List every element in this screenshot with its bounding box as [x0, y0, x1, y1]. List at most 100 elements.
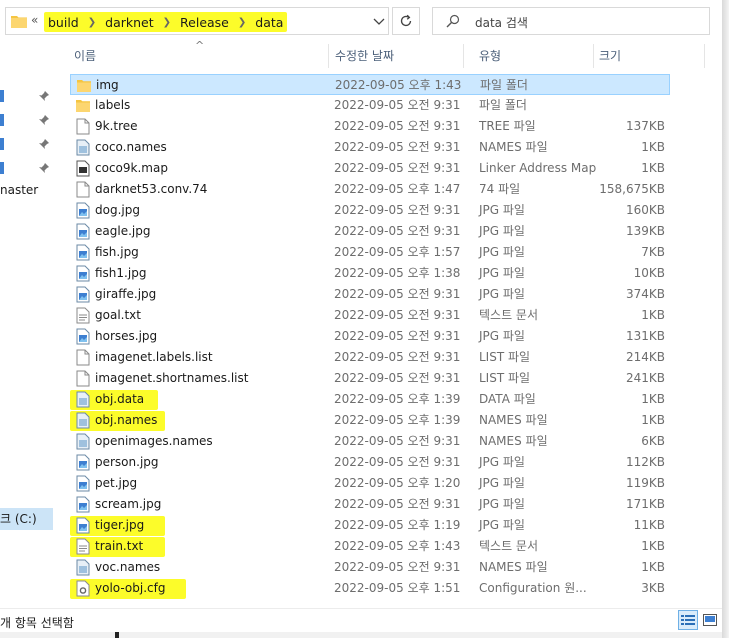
nav-item-drive-c[interactable]: 크 (C:): [0, 508, 53, 530]
names-file-icon: [76, 559, 90, 576]
file-date: 2022-09-05 오전 9:31: [334, 455, 461, 469]
file-icon: [76, 181, 90, 198]
nav-item-master[interactable]: naster: [0, 183, 38, 197]
file-row[interactable]: giraffe.jpg 2022-09-05 오전 9:31 JPG 파일 374KB: [70, 284, 670, 305]
file-row[interactable]: train.txt 2022-09-05 오후 1:43 텍스트 문서 1KB: [70, 536, 670, 557]
window-bottom-edge: [0, 632, 722, 638]
file-row[interactable]: openimages.names 2022-09-05 오전 9:31 NAMES …: [70, 431, 670, 452]
search-input[interactable]: data 검색: [475, 14, 528, 31]
refresh-button[interactable]: [392, 7, 420, 35]
file-row[interactable]: person.jpg 2022-09-05 오전 9:31 JPG 파일 112KB: [70, 452, 670, 473]
breadcrumb-item-release[interactable]: Release: [180, 15, 229, 30]
image-file-icon: [76, 223, 90, 240]
file-row[interactable]: yolo-obj.cfg 2022-09-05 오후 1:51 Configurat…: [70, 578, 670, 599]
file-row[interactable]: darknet53.conv.74 2022-09-05 오후 1:47 74 파일…: [70, 179, 670, 200]
breadcrumb-overflow[interactable]: «: [31, 13, 38, 27]
chevron-down-icon[interactable]: [372, 14, 386, 28]
search-box[interactable]: data 검색: [432, 7, 710, 35]
file-type: NAMES 파일: [479, 434, 548, 448]
file-type: NAMES 파일: [479, 560, 548, 574]
file-type: JPG 파일: [479, 245, 525, 259]
file-date: 2022-09-05 오전 9:31: [334, 224, 461, 238]
nav-item-icon[interactable]: [0, 162, 4, 174]
file-date: 2022-09-05 오후 1:47: [334, 182, 461, 196]
folder-icon: [76, 97, 90, 114]
column-size[interactable]: 크기: [591, 42, 706, 70]
pin-icon[interactable]: [38, 90, 50, 102]
column-header: ^ 이름 수정한 날짜 유형 크기: [56, 39, 706, 70]
file-type: 74 파일: [479, 182, 521, 196]
nav-item-icon[interactable]: [0, 114, 4, 126]
status-bar: 개 항목 선택함: [0, 608, 722, 634]
data-file-icon: [76, 391, 90, 408]
column-divider[interactable]: [704, 44, 705, 68]
file-row[interactable]: dog.jpg 2022-09-05 오전 9:31 JPG 파일 160KB: [70, 200, 670, 221]
image-file-icon: [76, 265, 90, 282]
file-type: NAMES 파일: [479, 140, 548, 154]
nav-item-icon[interactable]: [0, 90, 4, 102]
pin-icon[interactable]: [38, 114, 50, 126]
file-name: train.txt: [95, 539, 144, 553]
file-row[interactable]: obj.names 2022-09-05 오후 1:39 NAMES 파일 1KB: [70, 410, 670, 431]
file-row[interactable]: imagenet.shortnames.list 2022-09-05 오전 9:…: [70, 368, 670, 389]
file-row[interactable]: fish1.jpg 2022-09-05 오후 1:38 JPG 파일 10KB: [70, 263, 670, 284]
chevron-right-icon[interactable]: ❯: [154, 17, 180, 28]
image-file-icon: [76, 286, 90, 303]
navigation-pane: naster 크 (C:): [0, 42, 55, 608]
file-row[interactable]: fish.jpg 2022-09-05 오후 1:57 JPG 파일 7KB: [70, 242, 670, 263]
chevron-right-icon[interactable]: ❯: [79, 17, 105, 28]
file-name: dog.jpg: [95, 203, 140, 217]
file-row[interactable]: eagle.jpg 2022-09-05 오전 9:31 JPG 파일 139KB: [70, 221, 670, 242]
file-icon: [76, 118, 90, 135]
file-row[interactable]: voc.names 2022-09-05 오전 9:31 NAMES 파일 1KB: [70, 557, 670, 578]
file-name: pet.jpg: [95, 476, 138, 490]
file-row[interactable]: coco9k.map 2022-09-05 오전 9:31 Linker Addre…: [70, 158, 670, 179]
breadcrumb: build ❯ darknet ❯ Release ❯ data: [44, 12, 288, 32]
file-size: 1KB: [641, 308, 665, 322]
column-type[interactable]: 유형: [461, 42, 591, 70]
text-file-icon: [76, 538, 90, 555]
column-name[interactable]: 이름: [56, 42, 328, 70]
file-row[interactable]: horses.jpg 2022-09-05 오전 9:31 JPG 파일 131KB: [70, 326, 670, 347]
file-name: fish1.jpg: [95, 266, 147, 280]
file-row[interactable]: imagenet.labels.list 2022-09-05 오전 9:31 LI…: [70, 347, 670, 368]
file-row[interactable]: goal.txt 2022-09-05 오전 9:31 텍스트 문서 1KB: [70, 305, 670, 326]
nav-item-icon[interactable]: [0, 138, 4, 150]
window-right-edge: [722, 0, 729, 638]
file-date: 2022-09-05 오후 1:43: [334, 539, 461, 553]
file-row[interactable]: scream.jpg 2022-09-05 오전 9:31 JPG 파일 171KB: [70, 494, 670, 515]
file-row[interactable]: tiger.jpg 2022-09-05 오후 1:19 JPG 파일 11KB: [70, 515, 670, 536]
chevron-right-icon[interactable]: ❯: [229, 17, 255, 28]
address-bar[interactable]: « build ❯ darknet ❯ Release ❯ data: [5, 7, 389, 35]
file-date: 2022-09-05 오전 9:31: [334, 161, 461, 175]
text-file-icon: [76, 307, 90, 324]
breadcrumb-item-data[interactable]: data: [255, 15, 283, 30]
image-file-icon: [76, 496, 90, 513]
large-icons-view-button[interactable]: [700, 610, 720, 630]
file-date: 2022-09-05 오전 9:31: [334, 98, 461, 112]
breadcrumb-item-build[interactable]: build: [48, 15, 79, 30]
file-row[interactable]: 9k.tree 2022-09-05 오전 9:31 TREE 파일 137KB: [70, 116, 670, 137]
file-size: 214KB: [625, 350, 665, 364]
breadcrumb-item-darknet[interactable]: darknet: [105, 15, 154, 30]
file-size: 1KB: [641, 161, 665, 175]
pin-icon[interactable]: [38, 138, 50, 150]
file-size: 3KB: [641, 581, 665, 595]
file-row[interactable]: img 2022-09-05 오후 1:43 파일 폴더: [70, 74, 670, 95]
file-icon: [76, 370, 90, 387]
pin-icon[interactable]: [38, 162, 50, 174]
file-type: JPG 파일: [479, 476, 525, 490]
names-file-icon: [76, 433, 90, 450]
file-row[interactable]: coco.names 2022-09-05 오전 9:31 NAMES 파일 1KB: [70, 137, 670, 158]
file-size: 158,675KB: [599, 182, 665, 196]
file-name: labels: [95, 98, 131, 112]
file-row[interactable]: pet.jpg 2022-09-05 오후 1:20 JPG 파일 119KB: [70, 473, 670, 494]
details-view-button[interactable]: [678, 610, 698, 630]
column-date[interactable]: 수정한 날짜: [316, 42, 461, 70]
file-row[interactable]: labels 2022-09-05 오전 9:31 파일 폴더: [70, 95, 670, 116]
details-view-icon: [681, 615, 695, 625]
file-row[interactable]: obj.data 2022-09-05 오후 1:39 DATA 파일 1KB: [70, 389, 670, 410]
image-file-icon: [76, 328, 90, 345]
file-type: 파일 폴더: [480, 78, 528, 92]
file-date: 2022-09-05 오후 1:39: [334, 392, 461, 406]
